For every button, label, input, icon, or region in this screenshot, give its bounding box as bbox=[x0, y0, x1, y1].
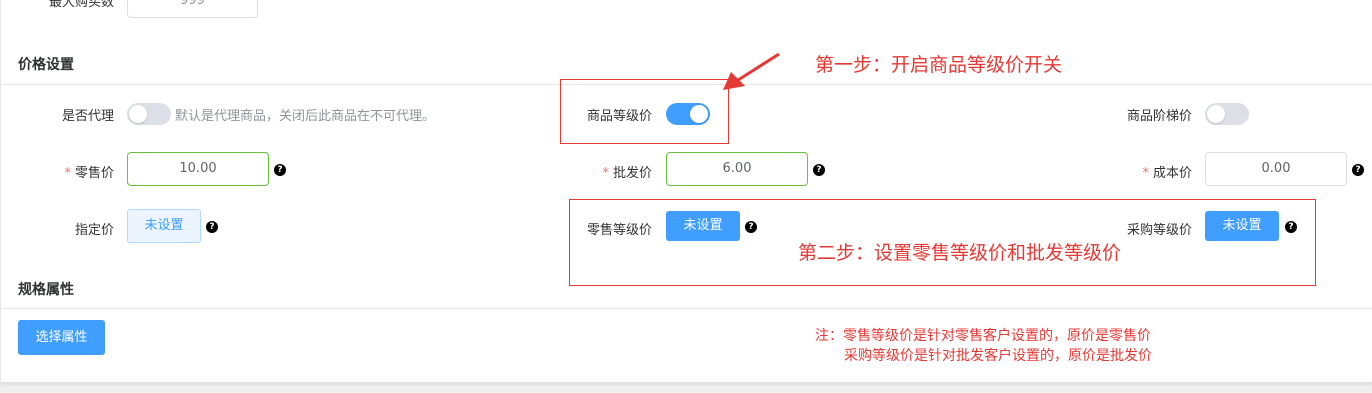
help-icon[interactable]: ? bbox=[1352, 164, 1364, 176]
agent-hint: 默认是代理商品，关闭后此商品在不可代理。 bbox=[175, 109, 436, 124]
wholesale-price-input[interactable]: 6.00 bbox=[666, 152, 808, 186]
wholesale-price-label-text: 批发价 bbox=[612, 166, 652, 181]
help-icon[interactable]: ? bbox=[813, 164, 825, 176]
cost-price-input[interactable]: 0.00 bbox=[1205, 152, 1347, 186]
max-purchase-input[interactable]: 999 bbox=[127, 0, 258, 18]
step2-annotation: 第二步：设置零售等级价和批发等级价 bbox=[798, 242, 1122, 264]
cost-price-label: * 成本价 bbox=[1100, 162, 1192, 181]
cost-price-label-text: 成本价 bbox=[1152, 166, 1192, 181]
step1-highlight-box bbox=[560, 79, 729, 144]
designated-price-label: 指定价 bbox=[74, 223, 114, 238]
retail-price-label-text: 零售价 bbox=[74, 166, 114, 181]
agent-toggle[interactable] bbox=[127, 103, 171, 125]
step1-annotation: 第一步：开启商品等级价开关 bbox=[815, 54, 1063, 76]
spec-section-divider bbox=[0, 308, 1372, 309]
designated-price-button[interactable]: 未设置 bbox=[127, 209, 201, 243]
product-form-panel bbox=[0, 0, 1372, 383]
note-line-1: 注：零售等级价是针对零售客户设置的，原价是零售价 bbox=[815, 328, 1151, 344]
tier-price-toggle-knob bbox=[1207, 105, 1225, 123]
tier-price-toggle[interactable] bbox=[1205, 103, 1249, 125]
max-purchase-label: 最大购买数 bbox=[48, 0, 114, 10]
tier-price-label: 商品阶梯价 bbox=[1126, 109, 1192, 124]
select-attributes-button[interactable]: 选择属性 bbox=[18, 320, 105, 355]
agent-label: 是否代理 bbox=[61, 109, 114, 124]
required-mark: * bbox=[64, 166, 71, 181]
help-icon[interactable]: ? bbox=[206, 221, 218, 233]
retail-price-input[interactable]: 10.00 bbox=[127, 152, 269, 186]
note-line-2: 采购等级价是针对批发客户设置的，原价是批发价 bbox=[844, 348, 1152, 364]
retail-price-label: * 零售价 bbox=[40, 162, 114, 181]
wholesale-price-label: * 批发价 bbox=[560, 162, 652, 181]
price-settings-title: 价格设置 bbox=[18, 57, 74, 73]
required-mark: * bbox=[602, 166, 609, 181]
help-icon[interactable]: ? bbox=[274, 164, 286, 176]
required-mark: * bbox=[1142, 166, 1149, 181]
agent-toggle-knob bbox=[129, 105, 147, 123]
spec-section-title: 规格属性 bbox=[18, 282, 74, 298]
annotation-arrow-icon bbox=[723, 52, 780, 90]
